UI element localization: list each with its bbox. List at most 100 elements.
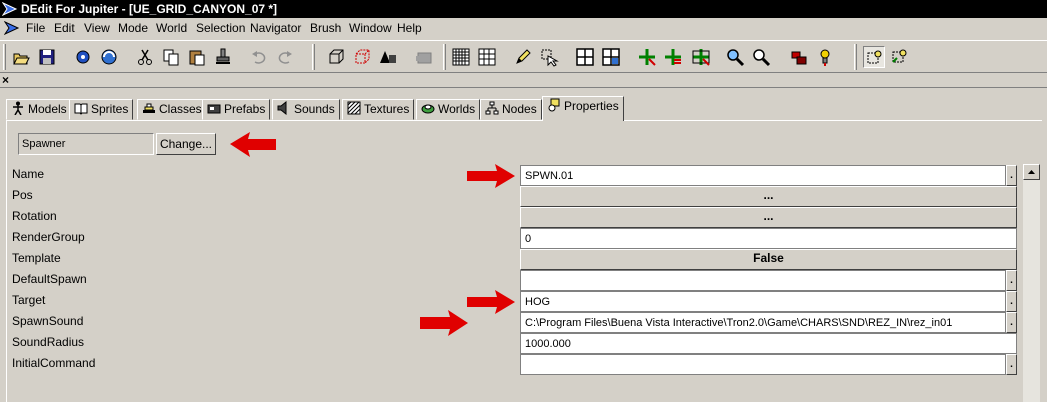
open-icon[interactable] [10,46,32,68]
menu-edit[interactable]: Edit [54,18,75,39]
rotation-edit-button[interactable]: ... [520,207,1017,228]
menu-brush[interactable]: Brush [310,18,341,39]
box-view-icon[interactable] [325,46,347,68]
template-toggle-button[interactable]: False [520,249,1017,270]
tab-prefabs[interactable]: Prefabs [202,99,271,120]
target-input[interactable]: HOG [520,291,1006,312]
toolbar-grip[interactable] [443,44,446,70]
tab-textures[interactable]: Textures [342,99,415,120]
property-value-spawnsound: C:\Program Files\Buena Vista Interactive… [520,312,1017,333]
tab-label: Sounds [294,102,335,116]
document-icon[interactable] [4,20,20,36]
red-arrow-icon [418,309,470,337]
spawnsound-browse-button[interactable]: . [1006,312,1017,333]
property-label-spawnsound: SpawnSound [12,314,84,328]
zoom-icon[interactable] [724,46,746,68]
menu-help[interactable]: Help [397,18,422,39]
add-node-red-icon[interactable] [662,46,684,68]
rendergroup-input[interactable]: 0 [520,228,1017,249]
property-value-pos: ... [520,186,1017,207]
tab-nodes[interactable]: Nodes [480,99,542,120]
tab-label: Classes [159,102,202,116]
app-icon[interactable] [2,1,18,17]
undo-icon [248,46,270,68]
redo-icon [274,46,296,68]
property-label-rotation: Rotation [12,209,57,223]
soundradius-input[interactable]: 1000.000 [520,333,1017,354]
scroll-up-button[interactable] [1023,164,1040,180]
tab-properties[interactable]: Properties [542,96,624,121]
select-pressed-icon[interactable] [863,46,885,68]
spawnsound-input[interactable]: C:\Program Files\Buena Vista Interactive… [520,312,1006,333]
tab-classes[interactable]: Classes [137,99,207,120]
properties-scrollbar[interactable] [1023,164,1040,402]
object-class-field: Spawner [18,133,154,155]
layout-quad-icon[interactable] [600,46,622,68]
paste-icon[interactable] [186,46,208,68]
hatched-box-icon[interactable] [351,46,373,68]
object-red-icon[interactable] [788,46,810,68]
import-icon[interactable] [72,46,94,68]
red-arrow-icon [228,131,278,158]
toolbar-grip[interactable] [854,44,857,70]
copy-icon[interactable] [160,46,182,68]
book-icon [74,103,88,115]
zoom-fit-icon[interactable] [750,46,772,68]
change-class-button[interactable]: Change... [156,133,216,155]
grid-icon[interactable] [476,46,498,68]
menu-file[interactable]: File [26,18,45,39]
select-yellow-icon[interactable] [889,46,911,68]
add-node-icon[interactable] [636,46,658,68]
red-arrow-icon [465,289,517,315]
target-browse-button[interactable]: . [1006,291,1017,312]
pencil-icon[interactable] [512,46,534,68]
main-toolbar [0,40,1047,73]
dock-header: × [0,73,1047,88]
node-move-icon[interactable] [690,46,712,68]
menu-mode[interactable]: Mode [118,18,148,39]
menu-window[interactable]: Window [349,18,392,39]
grid-dense-icon[interactable] [450,46,472,68]
property-label-target: Target [12,293,46,307]
pos-edit-button[interactable]: ... [520,186,1017,207]
property-label-rendergroup: RenderGroup [12,230,85,244]
tab-models[interactable]: Models [6,99,72,120]
name-browse-button[interactable]: . [1006,165,1017,186]
menu-selection[interactable]: Selection [196,18,245,39]
tab-label: Worlds [438,102,476,116]
stamp-icon[interactable] [212,46,234,68]
property-label-name: Name [12,167,45,181]
initialcommand-input[interactable] [520,354,1006,375]
shapes-icon[interactable] [377,46,399,68]
property-value-rotation: ... [520,207,1017,228]
tab-worlds[interactable]: Worlds [416,99,481,120]
defaultspawn-input[interactable] [520,270,1006,291]
property-label-soundradius: SoundRadius [12,335,85,349]
menu-world[interactable]: World [156,18,187,39]
properties-icon [548,98,560,112]
save-icon[interactable] [36,46,58,68]
tab-sounds[interactable]: Sounds [272,99,340,120]
property-label-defaultspawn: DefaultSpawn [12,272,87,286]
select-tool-icon[interactable] [538,46,560,68]
property-value-defaultspawn: . [520,270,1017,291]
classes-icon [143,103,155,113]
menu-navigator[interactable]: Navigator [250,18,301,39]
defaultspawn-browse-button[interactable]: . [1006,270,1017,291]
scroll-up-arrow-icon [1028,170,1035,174]
tab-sprites[interactable]: Sprites [69,99,134,120]
property-label-template: Template [12,251,61,265]
cut-icon[interactable] [134,46,156,68]
menu-bar: File Edit View Mode World Selection Navi… [0,18,1047,39]
toolbar-grip[interactable] [312,44,315,70]
initialcommand-browse-button[interactable]: . [1006,354,1017,375]
worlds-icon [421,104,435,114]
menu-view[interactable]: View [84,18,110,39]
name-input[interactable]: SPWN.01 [520,165,1006,186]
process-icon[interactable] [98,46,120,68]
light-icon[interactable] [814,46,836,68]
close-icon[interactable]: × [2,73,9,87]
layout-single-icon[interactable] [574,46,596,68]
toolbar-grip[interactable] [3,44,6,70]
tab-label: Properties [564,99,619,113]
